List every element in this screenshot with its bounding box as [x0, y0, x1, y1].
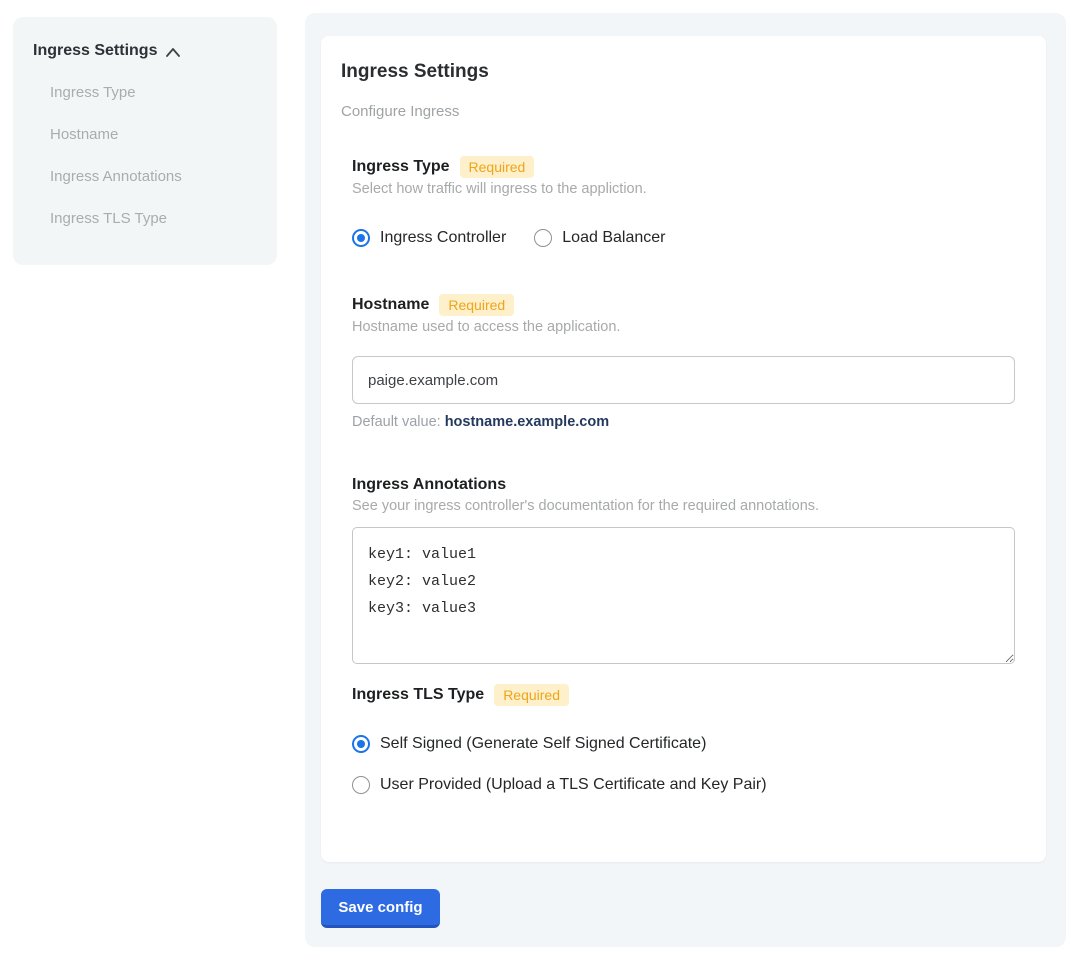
sidebar-section-title: Ingress Settings: [33, 42, 157, 60]
hostname-default-value: hostname.example.com: [445, 414, 609, 430]
radio-ingress-controller-circle[interactable]: [352, 229, 370, 247]
sidebar-item-ingress-type[interactable]: Ingress Type: [50, 84, 257, 102]
radio-self-signed-circle[interactable]: [352, 735, 370, 753]
settings-sidebar: Ingress Settings Ingress Type Hostname I…: [13, 17, 277, 265]
hostname-input[interactable]: [352, 356, 1015, 404]
field-hostname: Hostname Required Hostname used to acces…: [352, 294, 1015, 431]
settings-panel: Ingress Settings Configure Ingress Ingre…: [305, 13, 1066, 947]
save-config-button[interactable]: Save config: [321, 889, 440, 928]
radio-ingress-controller[interactable]: Ingress Controller: [352, 228, 506, 248]
hostname-label: Hostname: [352, 295, 429, 315]
required-badge: Required: [439, 294, 514, 316]
radio-user-provided-circle[interactable]: [352, 776, 370, 794]
hostname-default-prefix: Default value:: [352, 414, 445, 430]
sidebar-section-toggle[interactable]: Ingress Settings: [33, 42, 257, 60]
radio-load-balancer-circle[interactable]: [534, 229, 552, 247]
field-ingress-type: Ingress Type Required Select how traffic…: [352, 156, 1015, 248]
radio-self-signed-label: Self Signed (Generate Self Signed Certif…: [380, 734, 706, 754]
field-ingress-tls-type: Ingress TLS Type Required Self Signed (G…: [352, 684, 1015, 795]
page-subtitle: Configure Ingress: [341, 104, 1026, 120]
sidebar-item-ingress-tls-type[interactable]: Ingress TLS Type: [50, 210, 257, 228]
form-fields: Ingress Type Required Select how traffic…: [352, 156, 1015, 795]
radio-self-signed[interactable]: Self Signed (Generate Self Signed Certif…: [352, 734, 1015, 754]
sidebar-item-list: Ingress Type Hostname Ingress Annotation…: [50, 84, 257, 228]
radio-user-provided-label: User Provided (Upload a TLS Certificate …: [380, 775, 767, 795]
ingress-annotations-textarea[interactable]: key1: value1 key2: value2 key3: value3: [352, 527, 1015, 664]
ingress-tls-type-label: Ingress TLS Type: [352, 685, 484, 705]
radio-user-provided[interactable]: User Provided (Upload a TLS Certificate …: [352, 775, 1015, 795]
radio-load-balancer-label: Load Balancer: [562, 228, 665, 248]
page-title: Ingress Settings: [341, 60, 1026, 83]
ingress-settings-card: Ingress Settings Configure Ingress Ingre…: [321, 36, 1046, 862]
field-ingress-annotations: Ingress Annotations See your ingress con…: [352, 475, 1015, 664]
sidebar-item-ingress-annotations[interactable]: Ingress Annotations: [50, 168, 257, 186]
ingress-type-radio-group: Ingress Controller Load Balancer: [352, 228, 1015, 248]
chevron-up-icon: [166, 46, 180, 57]
hostname-description: Hostname used to access the application.: [352, 319, 1015, 336]
ingress-type-label: Ingress Type: [352, 157, 450, 177]
ingress-annotations-label: Ingress Annotations: [352, 475, 506, 495]
sidebar-item-hostname[interactable]: Hostname: [50, 126, 257, 144]
radio-ingress-controller-label: Ingress Controller: [380, 228, 506, 248]
ingress-annotations-description: See your ingress controller's documentat…: [352, 498, 1015, 515]
required-badge: Required: [494, 684, 569, 706]
required-badge: Required: [460, 156, 535, 178]
ingress-type-description: Select how traffic will ingress to the a…: [352, 181, 1015, 198]
hostname-default-line: Default value: hostname.example.com: [352, 414, 1015, 431]
radio-load-balancer[interactable]: Load Balancer: [534, 228, 665, 248]
